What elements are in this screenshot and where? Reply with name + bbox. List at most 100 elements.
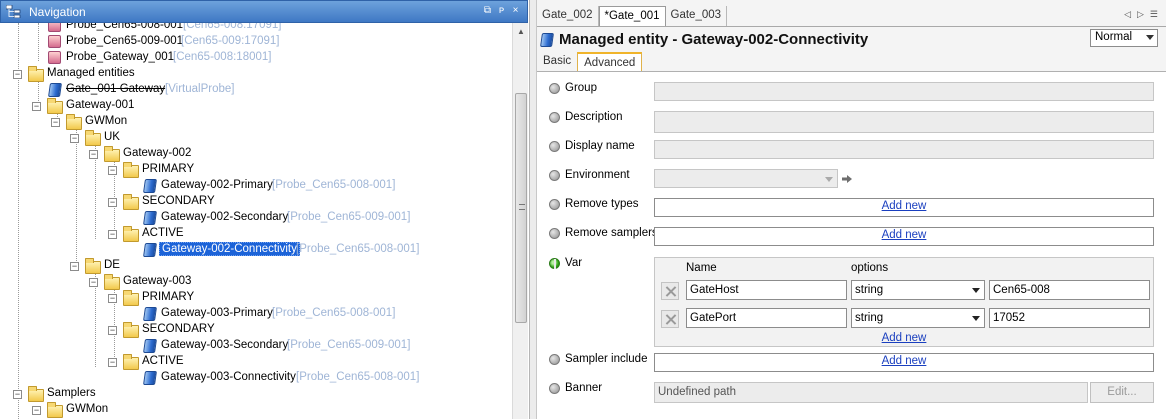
collapse-toggle-icon[interactable]: − bbox=[108, 198, 117, 207]
scroll-up-icon[interactable]: ▲ bbox=[516, 27, 526, 37]
mode-select[interactable]: Normal bbox=[1090, 29, 1158, 47]
tree-item-label: DE bbox=[104, 259, 120, 271]
collapse-toggle-icon[interactable]: − bbox=[108, 230, 117, 239]
tree-item-probe-gateway-001[interactable]: Probe_Gateway_001 [Cen65-008:18001] bbox=[0, 50, 500, 66]
collapse-toggle-icon[interactable]: − bbox=[108, 358, 117, 367]
tree-item-gateway-002-primary[interactable]: Gateway-002-Primary [Probe_Cen65-008-001… bbox=[0, 178, 500, 194]
pin-icon[interactable]: ᴘ bbox=[496, 4, 507, 18]
collapse-toggle-icon[interactable]: − bbox=[70, 134, 79, 143]
add-new-link[interactable]: Add new bbox=[655, 355, 1153, 367]
tree-item-gateway-002[interactable]: − Gateway-002 bbox=[0, 146, 500, 162]
delete-row-icon[interactable] bbox=[661, 282, 679, 300]
add-new-link[interactable]: Add new bbox=[655, 200, 1153, 212]
var-name-header: Name bbox=[686, 262, 717, 274]
group-field[interactable] bbox=[654, 82, 1154, 101]
tree-item-gateway-002-secondary[interactable]: Gateway-002-Secondary [Probe_Cen65-009-0… bbox=[0, 210, 500, 226]
display-name-field[interactable] bbox=[654, 140, 1154, 159]
edit-button[interactable]: Edit... bbox=[1090, 382, 1154, 403]
collapse-toggle-icon[interactable]: − bbox=[89, 150, 98, 159]
tree-item-gate-001-gateway[interactable]: Gate_001 Gateway [VirtualProbe] bbox=[0, 82, 500, 98]
close-icon[interactable]: × bbox=[510, 4, 521, 18]
collapse-toggle-icon[interactable]: − bbox=[89, 278, 98, 287]
folder-icon bbox=[123, 194, 139, 210]
collapse-toggle-icon[interactable]: − bbox=[13, 390, 22, 399]
advanced-form: Group Description Display name Environme… bbox=[537, 72, 1166, 419]
collapse-toggle-icon[interactable]: − bbox=[51, 118, 60, 127]
var-name-input[interactable]: GateHost bbox=[686, 280, 847, 300]
panel-splitter[interactable] bbox=[530, 0, 537, 419]
tree-item-uk[interactable]: − UK bbox=[0, 130, 500, 146]
tree-item-label: GWMon bbox=[85, 115, 128, 127]
collapse-toggle-icon[interactable]: − bbox=[13, 70, 22, 79]
tree-item-active[interactable]: − ACTIVE bbox=[0, 226, 500, 242]
navigation-header: Navigation ⧉ ᴘ × bbox=[0, 0, 528, 23]
tree-item-gateway-003[interactable]: − Gateway-003 bbox=[0, 274, 500, 290]
var-value-input[interactable]: 17052 bbox=[989, 308, 1150, 328]
tree-item-active[interactable]: − ACTIVE bbox=[0, 354, 500, 370]
collapse-toggle-icon[interactable]: − bbox=[32, 406, 41, 415]
var-type-select[interactable]: string bbox=[851, 280, 985, 300]
folder-icon bbox=[85, 258, 101, 274]
navigation-scrollbar[interactable]: ▲ bbox=[512, 23, 528, 419]
tree-item-managed-entities[interactable]: − Managed entities bbox=[0, 66, 500, 82]
tab-gate-003[interactable]: Gate_003 bbox=[666, 6, 728, 26]
collapse-toggle-icon[interactable]: − bbox=[70, 262, 79, 271]
add-new-link[interactable]: Add new bbox=[655, 229, 1153, 241]
folder-icon bbox=[104, 274, 120, 290]
status-dot-active-icon[interactable] bbox=[549, 258, 560, 269]
status-dot-icon[interactable] bbox=[549, 170, 560, 181]
tree-item-gwmon[interactable]: − GWMon bbox=[0, 114, 500, 130]
status-dot-icon[interactable] bbox=[549, 141, 560, 152]
tree-item-primary[interactable]: − PRIMARY bbox=[0, 162, 500, 178]
tree-item-secondary[interactable]: − SECONDARY bbox=[0, 194, 500, 210]
var-type-select[interactable]: string bbox=[851, 308, 985, 328]
tree-item-secondary[interactable]: − SECONDARY bbox=[0, 322, 500, 338]
delete-row-icon[interactable] bbox=[661, 310, 679, 328]
tree-item-gwmon-samplers[interactable]: − GWMon bbox=[0, 402, 500, 418]
status-dot-icon[interactable] bbox=[549, 228, 560, 239]
tree-item-ref: [Cen65-008:17091] bbox=[183, 23, 282, 31]
status-dot-icon[interactable] bbox=[549, 199, 560, 210]
tree-item-primary[interactable]: − PRIMARY bbox=[0, 290, 500, 306]
tree-item-label: Gateway-002-Primary bbox=[161, 179, 273, 191]
scrollbar-thumb[interactable] bbox=[515, 93, 527, 323]
navigation-title: Navigation bbox=[29, 5, 86, 19]
description-field[interactable] bbox=[654, 111, 1154, 133]
goto-arrow-icon[interactable] bbox=[842, 175, 852, 183]
tab-gate-002[interactable]: Gate_002 bbox=[537, 6, 599, 26]
tab-prev-icon[interactable]: ◁ bbox=[1124, 9, 1131, 20]
banner-label: Banner bbox=[565, 382, 603, 394]
collapse-toggle-icon[interactable]: − bbox=[108, 326, 117, 335]
tab-navigation: ◁ ▷ ☰ bbox=[1124, 9, 1158, 20]
var-name-input[interactable]: GatePort bbox=[686, 308, 847, 328]
tree-item-probe-cen65-009-001[interactable]: Probe_Cen65-009-001 [Cen65-009:17091] bbox=[0, 34, 500, 50]
tree-item-label: ACTIVE bbox=[142, 227, 184, 239]
add-new-link[interactable]: Add new bbox=[655, 332, 1153, 344]
collapse-toggle-icon[interactable]: − bbox=[32, 102, 41, 111]
tree-item-gateway-001[interactable]: − Gateway-001 bbox=[0, 98, 500, 114]
status-dot-icon[interactable] bbox=[549, 83, 560, 94]
status-dot-icon[interactable] bbox=[549, 383, 560, 394]
environment-label: Environment bbox=[565, 169, 630, 181]
tree-item-gateway-003-primary[interactable]: Gateway-003-Primary [Probe_Cen65-008-001… bbox=[0, 306, 500, 322]
tree-item-label: Gateway-001 bbox=[66, 99, 135, 111]
status-dot-icon[interactable] bbox=[549, 112, 560, 123]
tab-gate-001[interactable]: *Gate_001 bbox=[598, 6, 666, 26]
tree-item-gateway-003-connectivity[interactable]: Gateway-003-Connectivity [Probe_Cen65-00… bbox=[0, 370, 500, 386]
var-value-input[interactable]: Cen65-008 bbox=[989, 280, 1150, 300]
tree-item-gateway-002-connectivity[interactable]: Gateway-002-Connectivity [Probe_Cen65-00… bbox=[0, 242, 500, 258]
tab-next-icon[interactable]: ▷ bbox=[1137, 9, 1144, 20]
tab-basic[interactable]: Basic bbox=[537, 52, 577, 71]
tree-item-samplers[interactable]: − Samplers bbox=[0, 386, 500, 402]
collapse-toggle-icon[interactable]: − bbox=[108, 166, 117, 175]
probe-icon bbox=[48, 35, 61, 48]
tree-item-de[interactable]: − DE bbox=[0, 258, 500, 274]
environment-select[interactable] bbox=[654, 169, 838, 188]
status-dot-icon[interactable] bbox=[549, 354, 560, 365]
restore-icon[interactable]: ⧉ bbox=[482, 4, 493, 18]
tree-item-gateway-003-secondary[interactable]: Gateway-003-Secondary [Probe_Cen65-009-0… bbox=[0, 338, 500, 354]
tab-advanced[interactable]: Advanced bbox=[577, 52, 643, 71]
tree-item-probe-cen65-008-001[interactable]: Probe_Cen65-008-001 [Cen65-008:17091] bbox=[0, 23, 500, 34]
collapse-toggle-icon[interactable]: − bbox=[108, 294, 117, 303]
tab-list-icon[interactable]: ☰ bbox=[1150, 9, 1158, 20]
